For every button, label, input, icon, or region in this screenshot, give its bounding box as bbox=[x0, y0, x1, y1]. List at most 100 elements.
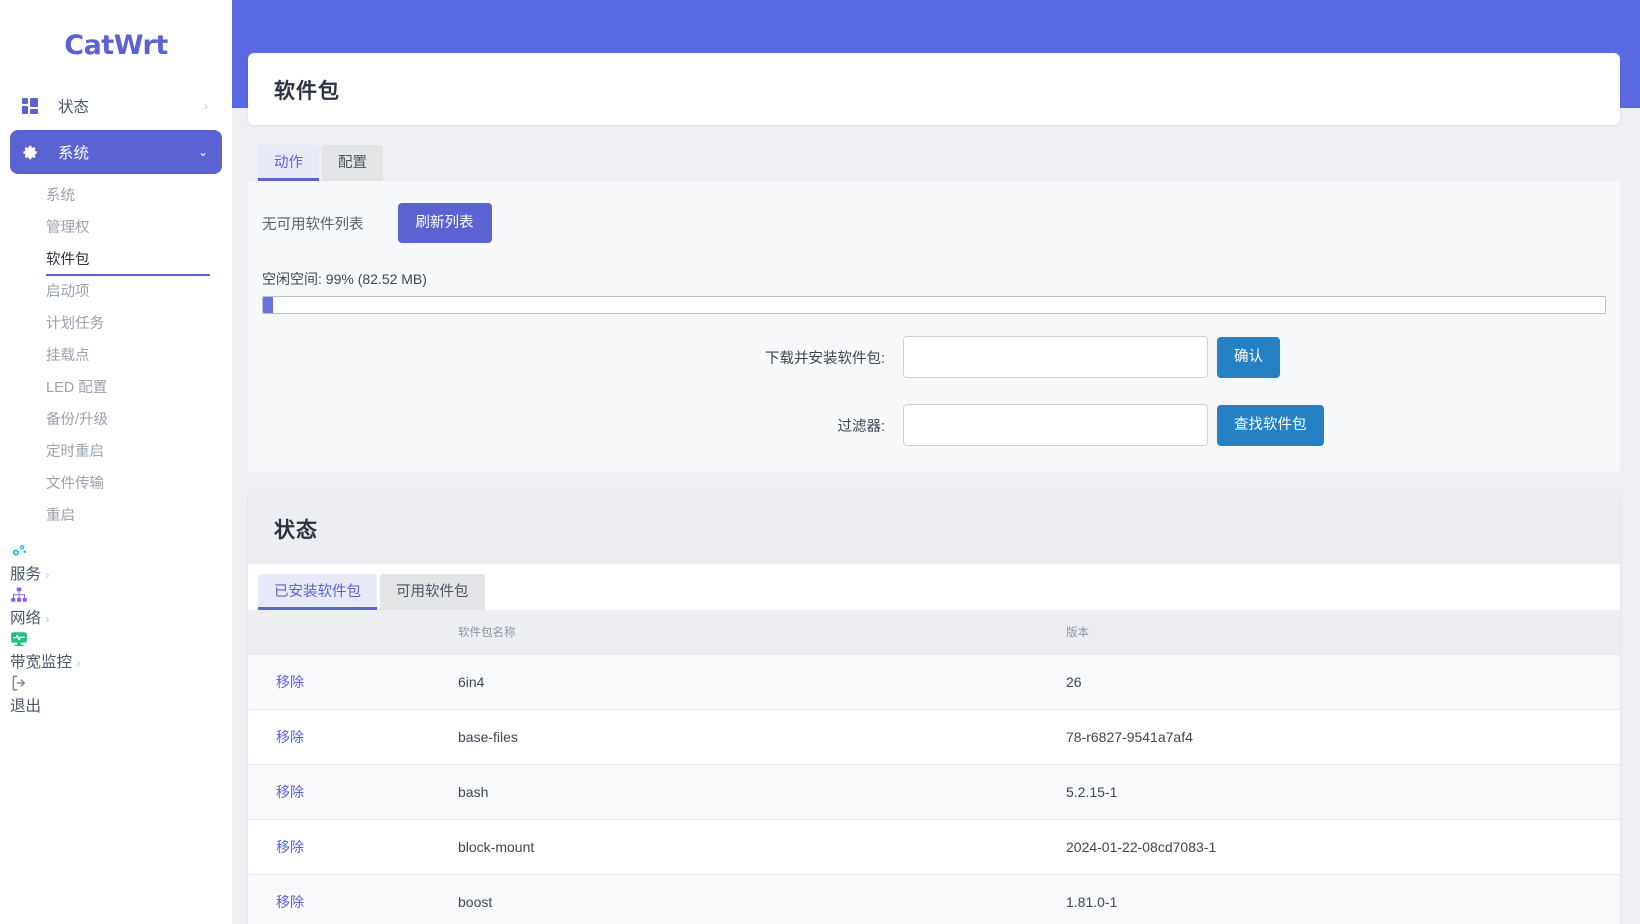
sidebar-subitem-label: 计划任务 bbox=[46, 315, 104, 332]
tab-installed-packages-label: 已安装软件包 bbox=[274, 584, 361, 601]
sidebar-group-status: 状态 › bbox=[10, 84, 222, 128]
sidebar-subitem-label: 启动项 bbox=[46, 283, 90, 300]
table-row: 移除 base-files 78-r6827-9541a7af4 bbox=[248, 709, 1620, 765]
package-name-cell: boost bbox=[448, 874, 1056, 924]
sidebar-subitem-scheduled-reboot[interactable]: 定时重启 bbox=[10, 434, 222, 466]
package-version-cell: 2024-01-22-08cd7083-1 bbox=[1056, 819, 1620, 875]
action-tabs: 动作 配置 bbox=[248, 145, 1620, 181]
page-title-card: 软件包 bbox=[248, 53, 1620, 125]
refresh-row: 无可用软件列表 刷新列表 bbox=[248, 202, 1620, 244]
package-name-cell: block-mount bbox=[448, 819, 1056, 875]
sidebar-subitem-label: 文件传输 bbox=[46, 475, 104, 492]
brand-logo[interactable]: CatWrt bbox=[0, 0, 232, 78]
sidebar-item-services-label: 服务 bbox=[10, 566, 42, 583]
sidebar-item-system[interactable]: 系统 ⌄ bbox=[10, 130, 222, 174]
sidebar-item-network[interactable]: 网络 › bbox=[10, 584, 222, 628]
package-version-cell: 78-r6827-9541a7af4 bbox=[1056, 709, 1620, 765]
remove-link[interactable]: 移除 bbox=[276, 839, 304, 855]
download-install-input[interactable] bbox=[903, 336, 1208, 379]
gear-icon bbox=[22, 141, 46, 163]
chevron-down-icon: ⌄ bbox=[197, 145, 208, 159]
sidebar-subitem-led-config[interactable]: LED 配置 bbox=[10, 370, 222, 402]
sidebar-subitem-label: 备份/升级 bbox=[46, 411, 109, 428]
confirm-button[interactable]: 确认 bbox=[1217, 337, 1280, 378]
sidebar-nav: 状态 › 系统 ⌄ 系统 管理权 软件包 启动项 计划任务 挂载点 LED 配置… bbox=[0, 78, 232, 716]
table-header-name: 软件包名称 bbox=[448, 610, 1056, 655]
tab-actions-label: 动作 bbox=[274, 155, 303, 171]
sidebar-subitem-backup-upgrade[interactable]: 备份/升级 bbox=[10, 402, 222, 434]
sidebar-item-bandwidth-monitor-label: 带宽监控 bbox=[10, 654, 73, 671]
chevron-right-icon: › bbox=[45, 612, 50, 626]
app-root: CatWrt 状态 › 系统 ⌄ 系统 管理权 软件包 启动项 计划任务 挂载点… bbox=[0, 0, 1640, 924]
grid-icon bbox=[22, 95, 46, 117]
sidebar-item-logout[interactable]: 退出 bbox=[10, 672, 222, 716]
table-head: 软件包名称 版本 bbox=[248, 610, 1620, 655]
refresh-list-button[interactable]: 刷新列表 bbox=[397, 202, 492, 244]
sidebar-group-system: 系统 ⌄ 系统 管理权 软件包 启动项 计划任务 挂载点 LED 配置 备份/升… bbox=[10, 130, 222, 534]
content-scroll: 软件包 动作 配置 无可用软件列表 刷新列表 空闲空间: 99% (82.52 … bbox=[232, 0, 1640, 924]
package-version-cell: 1.81.0-1 bbox=[1056, 874, 1620, 924]
sidebar-item-status[interactable]: 状态 › bbox=[10, 84, 222, 128]
table-header-version: 版本 bbox=[1056, 610, 1620, 655]
status-tabs: 已安装软件包 可用软件包 bbox=[248, 564, 1620, 611]
free-space-label: 空闲空间: 99% (82.52 MB) bbox=[262, 271, 427, 288]
package-version-cell: 5.2.15-1 bbox=[1056, 764, 1620, 820]
sidebar-item-network-label: 网络 bbox=[10, 610, 42, 627]
page-title-bar: 软件包 bbox=[248, 53, 1620, 125]
table-header-action bbox=[248, 610, 448, 655]
sidebar-subitem-packages[interactable]: 软件包 bbox=[10, 242, 222, 276]
sidebar-subitem-label: 系统 bbox=[46, 187, 75, 204]
sidebar-subnav-system: 系统 管理权 软件包 启动项 计划任务 挂载点 LED 配置 备份/升级 定时重… bbox=[10, 176, 222, 534]
sidebar: CatWrt 状态 › 系统 ⌄ 系统 管理权 软件包 启动项 计划任务 挂载点… bbox=[0, 0, 232, 924]
sidebar-subitem-label: 管理权 bbox=[46, 219, 90, 236]
tab-available-packages[interactable]: 可用软件包 bbox=[380, 574, 485, 611]
sidebar-subitem-admin[interactable]: 管理权 bbox=[10, 210, 222, 242]
sidebar-subitem-label: 挂载点 bbox=[46, 347, 90, 364]
table-row: 移除 6in4 26 bbox=[248, 654, 1620, 710]
remove-link[interactable]: 移除 bbox=[276, 894, 304, 910]
free-space-progress-bar bbox=[262, 296, 1606, 315]
no-package-list-text: 无可用软件列表 bbox=[262, 216, 364, 233]
remove-link[interactable]: 移除 bbox=[276, 729, 304, 745]
sidebar-item-system-label: 系统 bbox=[58, 145, 90, 162]
status-title: 状态 bbox=[274, 519, 318, 543]
tab-config[interactable]: 配置 bbox=[322, 145, 383, 181]
sidebar-subitem-label: 定时重启 bbox=[46, 443, 104, 460]
package-version-cell: 26 bbox=[1056, 654, 1620, 710]
table-header-row: 软件包名称 版本 bbox=[248, 610, 1620, 655]
sidebar-subitem-system[interactable]: 系统 bbox=[10, 178, 222, 210]
sidebar-subitem-label: 软件包 bbox=[46, 251, 90, 268]
sidebar-item-services[interactable]: 服务 › bbox=[10, 540, 222, 584]
tab-actions[interactable]: 动作 bbox=[258, 145, 319, 181]
sidebar-subitem-startup[interactable]: 启动项 bbox=[10, 274, 222, 306]
remove-link[interactable]: 移除 bbox=[276, 784, 304, 800]
filter-input[interactable] bbox=[903, 404, 1208, 447]
sidebar-subitem-file-transfer[interactable]: 文件传输 bbox=[10, 466, 222, 498]
sidebar-item-status-label: 状态 bbox=[58, 99, 90, 116]
sidebar-item-bandwidth-monitor[interactable]: 带宽监控 › bbox=[10, 628, 222, 672]
download-install-label: 下载并安装软件包: bbox=[764, 350, 885, 367]
sidebar-subitem-mount-points[interactable]: 挂载点 bbox=[10, 338, 222, 370]
table-body: 移除 6in4 26 移除 base-files 78-r6827-9541a7… bbox=[248, 654, 1620, 924]
package-name-cell: bash bbox=[448, 764, 1056, 820]
chevron-right-icon: › bbox=[45, 568, 50, 582]
bandwidth-monitor-icon bbox=[10, 628, 34, 650]
brand-name: CatWrt bbox=[64, 29, 168, 61]
actions-panel: 无可用软件列表 刷新列表 空闲空间: 99% (82.52 MB) 下载并安装软… bbox=[248, 180, 1620, 473]
remove-link[interactable]: 移除 bbox=[276, 674, 304, 690]
sidebar-subitem-reboot[interactable]: 重启 bbox=[10, 498, 222, 530]
tab-installed-packages[interactable]: 已安装软件包 bbox=[258, 574, 377, 611]
page-title: 软件包 bbox=[274, 80, 340, 103]
sidebar-subitem-scheduled-tasks[interactable]: 计划任务 bbox=[10, 306, 222, 338]
chevron-right-icon: › bbox=[76, 656, 81, 670]
network-tree-icon bbox=[10, 584, 34, 606]
status-card: 状态 已安装软件包 可用软件包 软件包名称 版本 移除 6in4 26 移除 b… bbox=[248, 492, 1620, 924]
sidebar-subitem-label: 重启 bbox=[46, 507, 75, 524]
tab-config-label: 配置 bbox=[338, 155, 367, 171]
table-row: 移除 block-mount 2024-01-22-08cd7083-1 bbox=[248, 819, 1620, 875]
sidebar-item-logout-label: 退出 bbox=[10, 698, 42, 715]
find-package-button[interactable]: 查找软件包 bbox=[1217, 405, 1324, 446]
package-name-cell: base-files bbox=[448, 709, 1056, 765]
filter-label: 过滤器: bbox=[837, 418, 885, 435]
status-title-bar: 状态 bbox=[248, 492, 1620, 565]
